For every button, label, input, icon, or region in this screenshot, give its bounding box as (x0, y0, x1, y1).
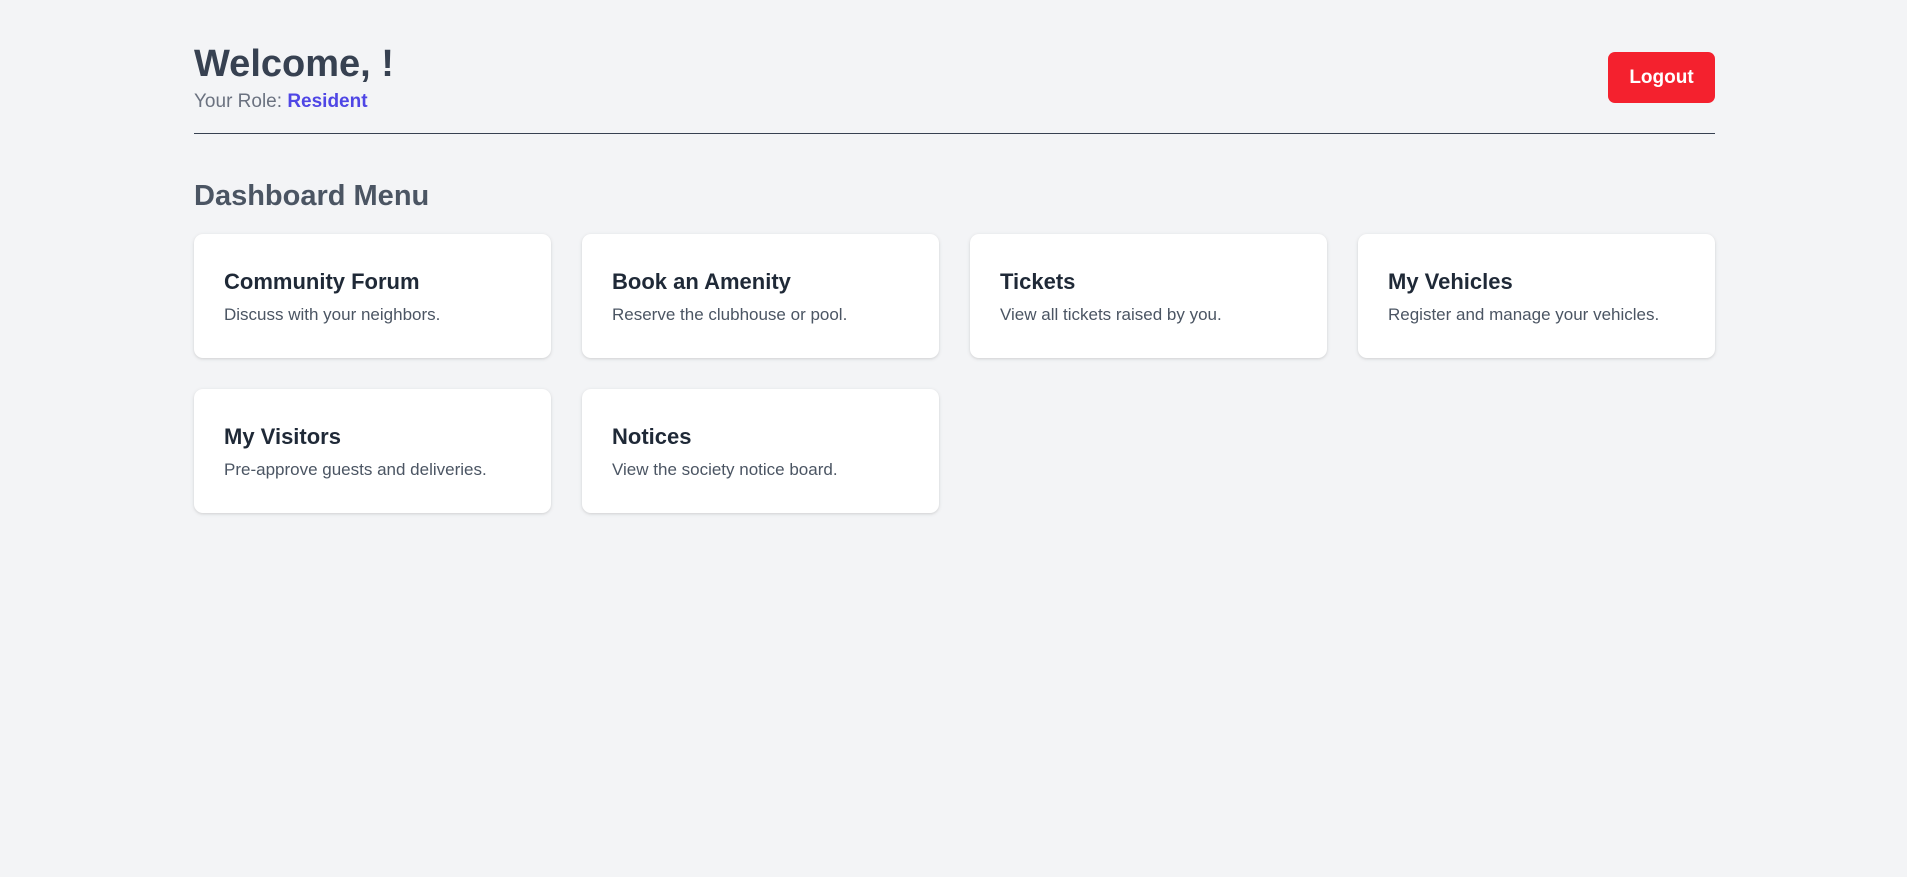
card-description: Reserve the clubhouse or pool. (612, 305, 848, 324)
card-title: Book an Amenity (612, 269, 791, 294)
card-description: Pre-approve guests and deliveries. (224, 460, 487, 479)
role-value: Resident (287, 91, 368, 112)
dashboard-container: Welcome, ! Your Role: Resident Logout Da… (194, 0, 1715, 513)
card-notices[interactable]: Notices View the society notice board. (582, 389, 939, 513)
role-line: Your Role: Resident (194, 90, 394, 114)
card-community-forum[interactable]: Community Forum Discuss with your neighb… (194, 234, 551, 358)
welcome-block: Welcome, ! Your Role: Resident (194, 42, 394, 114)
card-title: Tickets (1000, 269, 1076, 294)
card-my-vehicles[interactable]: My Vehicles Register and manage your veh… (1358, 234, 1715, 358)
card-title: My Visitors (224, 424, 341, 449)
dashboard-menu-grid: Community Forum Discuss with your neighb… (194, 234, 1715, 513)
card-description: Discuss with your neighbors. (224, 305, 441, 324)
card-my-visitors[interactable]: My Visitors Pre-approve guests and deliv… (194, 389, 551, 513)
card-description: View all tickets raised by you. (1000, 305, 1222, 324)
role-label: Your Role: (194, 91, 283, 112)
card-description: Register and manage your vehicles. (1388, 305, 1660, 324)
card-description: View the society notice board. (612, 460, 838, 479)
dashboard-menu-title: Dashboard Menu (194, 180, 430, 212)
card-title: My Vehicles (1388, 269, 1513, 294)
card-book-amenity[interactable]: Book an Amenity Reserve the clubhouse or… (582, 234, 939, 358)
card-title: Community Forum (224, 269, 420, 294)
card-tickets[interactable]: Tickets View all tickets raised by you. (970, 234, 1327, 358)
welcome-heading: Welcome, ! (194, 43, 394, 85)
card-title: Notices (612, 424, 692, 449)
logout-button[interactable]: Logout (1608, 52, 1715, 103)
page-header: Welcome, ! Your Role: Resident Logout (194, 0, 1715, 134)
